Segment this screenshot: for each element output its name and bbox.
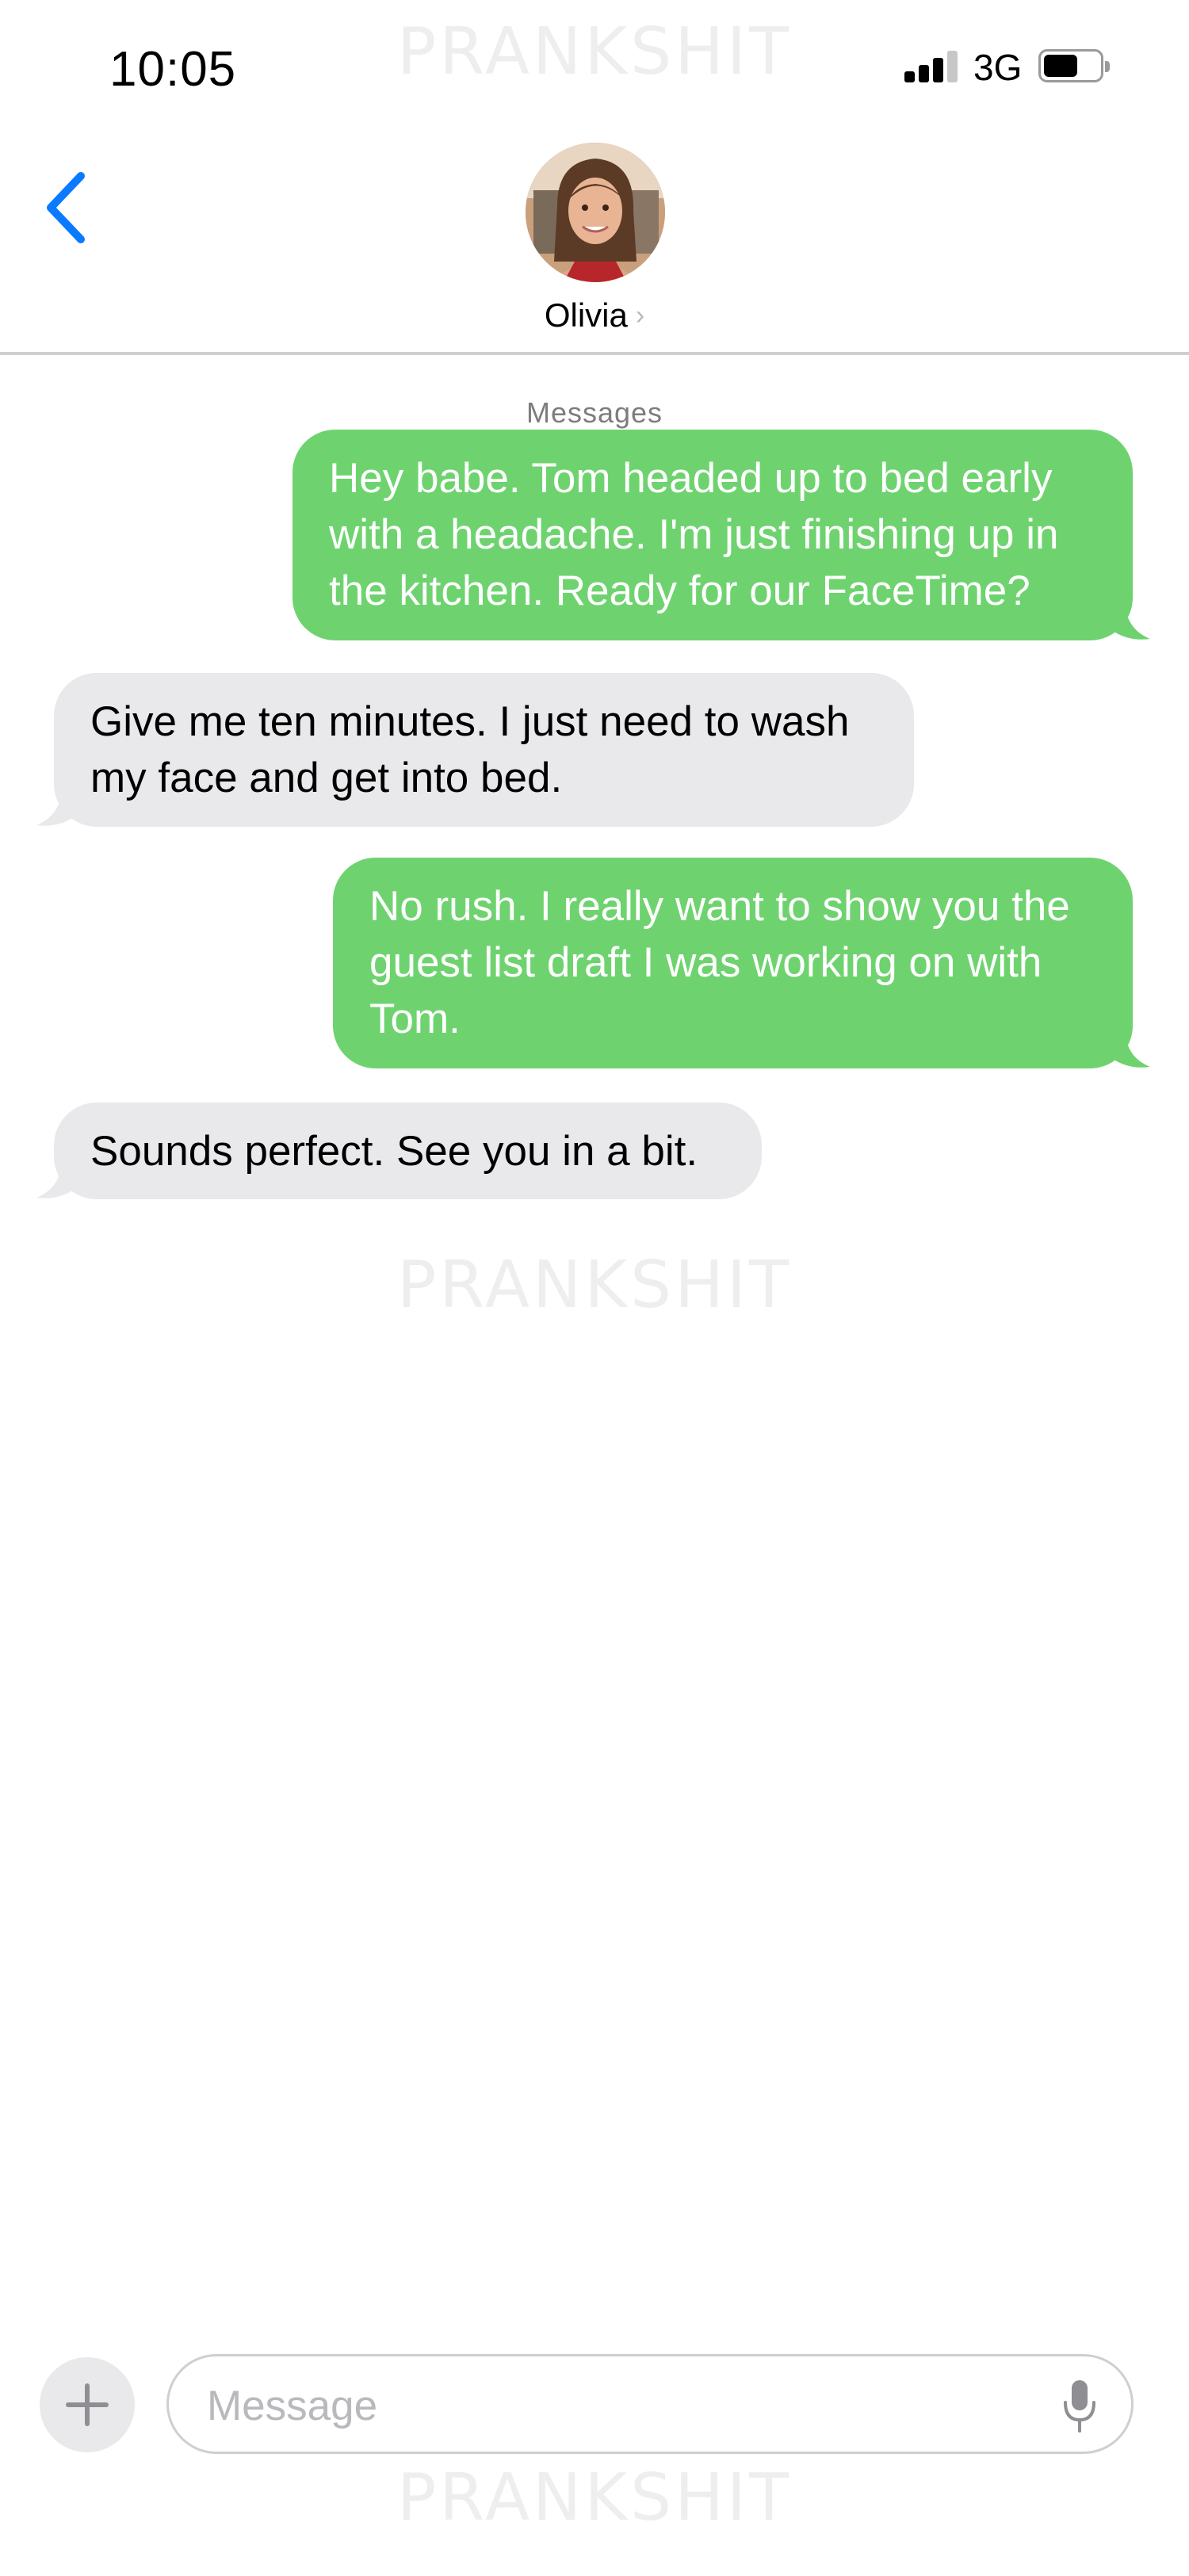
bubble-tail	[36, 1161, 76, 1198]
message-text: No rush. I really want to show you the g…	[369, 883, 1070, 1042]
message-bubble-received[interactable]: Give me ten minutes. I just need to wash…	[36, 673, 914, 827]
message-text: Hey babe. Tom headed up to bed early wit…	[329, 455, 1059, 614]
chevron-right-icon: ›	[635, 300, 645, 331]
message-thread: Messages Hey babe. Tom headed up to bed …	[0, 358, 1189, 2340]
signal-strength-icon	[904, 49, 958, 82]
service-label: Messages	[526, 396, 663, 429]
messages-screen: PRANKSHIT PRANKSHIT PRANKSHIT 10:05 3G O…	[0, 0, 1189, 2576]
conversation-header: Olivia ›	[0, 135, 1189, 355]
microphone-icon[interactable]	[1061, 2379, 1098, 2434]
network-type: 3G	[973, 47, 1023, 88]
plus-icon	[66, 2383, 109, 2426]
message-text: Sounds perfect. See you in a bit.	[90, 1128, 698, 1175]
contact-avatar[interactable]	[526, 143, 665, 282]
message-text: Give me ten minutes. I just need to wash…	[90, 698, 850, 801]
contact-name: Olivia	[544, 296, 628, 334]
back-button[interactable]	[40, 168, 95, 247]
chevron-left-icon	[47, 172, 85, 243]
contact-details-link[interactable]: Olivia ›	[0, 296, 1189, 334]
message-field[interactable]	[166, 2354, 1134, 2454]
status-time: 10:05	[109, 42, 237, 97]
message-bubble-sent[interactable]: Hey babe. Tom headed up to bed early wit…	[292, 430, 1150, 640]
bubble-tail	[36, 789, 76, 826]
bubble-tail	[1111, 1030, 1150, 1068]
battery-icon	[1038, 49, 1110, 82]
message-bubble-received[interactable]: Sounds perfect. See you in a bit.	[36, 1103, 762, 1199]
add-attachment-button[interactable]	[40, 2357, 135, 2452]
avatar-photo	[526, 143, 665, 282]
message-composer	[0, 2346, 1189, 2489]
bubble-tail	[1111, 602, 1150, 640]
status-bar: 10:05 3G	[0, 0, 1189, 135]
message-bubble-sent[interactable]: No rush. I really want to show you the g…	[333, 858, 1150, 1068]
message-input[interactable]	[207, 2375, 1000, 2436]
